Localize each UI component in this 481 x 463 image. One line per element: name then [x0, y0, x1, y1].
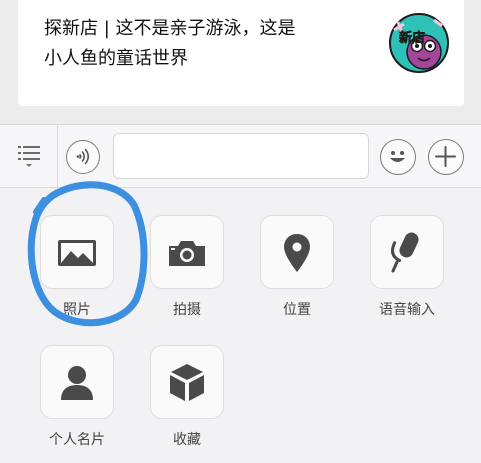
photo-button[interactable] [40, 215, 114, 289]
more-options-button[interactable] [428, 139, 464, 175]
article-thumbnail: 新店 [388, 12, 450, 74]
favorites-tile[interactable]: 收藏 [132, 345, 242, 455]
voice-input-button[interactable] [66, 140, 100, 174]
shared-article-card[interactable]: 探新店 | 这不是亲子游泳，这是 小人鱼的童话世界 新店 [18, 0, 464, 106]
photo-tile[interactable]: 照片 [22, 215, 132, 325]
location-pin-icon [284, 234, 310, 272]
voice-input-tile[interactable]: 语音输入 [352, 215, 462, 325]
menu-toggle-button[interactable] [0, 125, 58, 187]
article-title: 探新店 | 这不是亲子游泳，这是 小人鱼的童话世界 [44, 18, 296, 69]
photo-label: 照片 [63, 302, 91, 318]
voice-icon [76, 148, 90, 165]
attachment-panel: 照片 拍摄 位置 语音输入 个人名片 收藏 [0, 188, 481, 463]
thumbnail-badge-text: 新店 [399, 30, 425, 46]
camera-tile[interactable]: 拍摄 [132, 215, 242, 325]
cube-icon [170, 364, 204, 401]
contact-card-button[interactable] [40, 345, 114, 419]
wechat-chat-screen: 探新店 | 这不是亲子游泳，这是 小人鱼的童话世界 新店 照片 拍摄 位置 语音… [0, 0, 481, 463]
input-toolbar [0, 124, 481, 188]
photo-icon [58, 240, 96, 266]
favorites-button[interactable] [150, 345, 224, 419]
voice-input-panel-button[interactable] [370, 215, 444, 289]
smile-icon [390, 151, 405, 162]
contact-card-tile[interactable]: 个人名片 [22, 345, 132, 455]
microphone-icon [391, 232, 419, 273]
person-icon [61, 366, 93, 400]
camera-label: 拍摄 [173, 302, 201, 318]
location-label: 位置 [283, 302, 311, 318]
message-input[interactable] [113, 133, 369, 179]
camera-icon [169, 241, 205, 266]
emoji-button[interactable] [380, 139, 416, 175]
voice-input-label: 语音输入 [379, 302, 435, 318]
location-tile[interactable]: 位置 [242, 215, 352, 325]
menu-icon [18, 146, 40, 167]
camera-button[interactable] [150, 215, 224, 289]
favorites-label: 收藏 [173, 432, 201, 448]
plus-icon [435, 146, 456, 167]
contact-card-label: 个人名片 [49, 432, 105, 448]
location-button[interactable] [260, 215, 334, 289]
chat-message-area: 探新店 | 这不是亲子游泳，这是 小人鱼的童话世界 新店 [0, 0, 481, 124]
